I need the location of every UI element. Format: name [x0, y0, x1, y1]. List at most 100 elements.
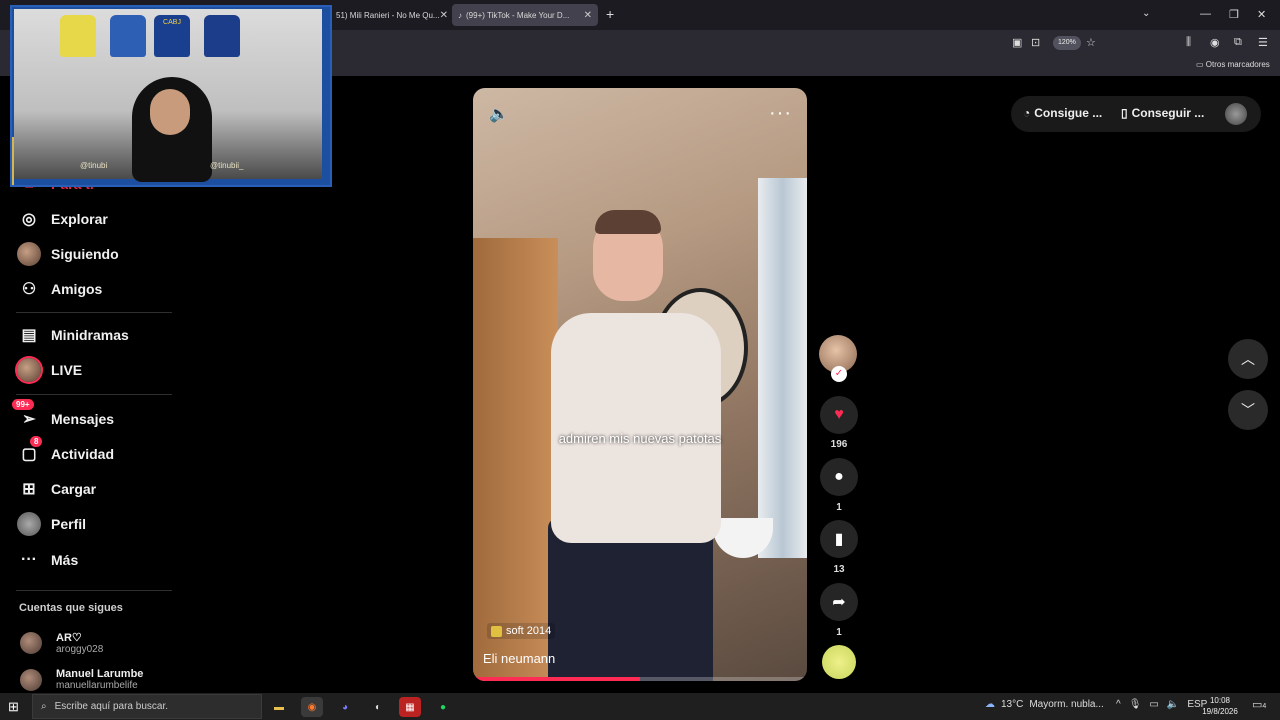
other-bookmarks[interactable]: ▭ Otros marcadores: [1196, 60, 1270, 69]
sidebar-item-label: Más: [51, 552, 79, 568]
account-name: AR♡: [56, 632, 82, 644]
file-explorer-icon[interactable]: ▬: [268, 697, 290, 717]
sidebar-item-label: Actividad: [51, 446, 115, 462]
firefox-icon[interactable]: ◉: [301, 697, 323, 717]
chevron-down-icon[interactable]: ⌄: [1142, 8, 1150, 19]
video-tag[interactable]: soft 2014: [487, 623, 556, 639]
sidebar-item-label: Mensajes: [51, 411, 115, 427]
next-video-button[interactable]: ﹀: [1228, 390, 1268, 430]
sidebar-item-perfil[interactable]: Perfil: [16, 512, 86, 536]
activity-icon: ▢ 8: [16, 436, 43, 466]
webcam-overlay: CABJ @tinubi @tinubii_: [10, 5, 332, 187]
save-button[interactable]: ▮: [820, 520, 858, 558]
network-icon[interactable]: ▭: [1149, 699, 1158, 710]
compass-icon: ◎: [22, 211, 36, 228]
video-progress-bar[interactable]: [473, 677, 807, 681]
folder-icon: ▭: [1196, 60, 1206, 69]
upload-plus-icon: ⊞: [22, 481, 36, 498]
screenshot-icon[interactable]: ⊡: [1031, 36, 1040, 49]
heart-icon: ♥: [834, 406, 844, 423]
video-player[interactable]: 🔈 ··· admiren mis nuevas patotas soft 20…: [473, 88, 807, 681]
search-icon: ⌕: [41, 701, 47, 712]
menu-icon[interactable]: ☰: [1258, 36, 1268, 49]
shirt-badge: CABJ: [154, 15, 190, 57]
sidebar-item-label: Perfil: [51, 516, 87, 532]
notification-center[interactable]: ▭4: [1252, 698, 1266, 711]
messages-badge: 99+: [12, 399, 34, 410]
sidebar-divider: [16, 394, 172, 395]
sidebar-item-cargar[interactable]: ⊞ Cargar: [16, 477, 96, 501]
search-placeholder: Escribe aquí para buscar.: [54, 701, 169, 712]
get-coins-label: Consigue ...: [1034, 106, 1103, 120]
close-tab-icon[interactable]: ✕: [584, 10, 592, 21]
volume-icon[interactable]: 🔈: [489, 104, 509, 124]
sidebar-item-amigos[interactable]: ⚇ Amigos: [16, 277, 103, 301]
weather-widget[interactable]: ☁ 13°C Mayorm. nubla...: [985, 699, 1104, 710]
sidebar-item-live[interactable]: LIVE: [16, 358, 82, 382]
tab-label: 51) Mili Ranieri - No Me Qu...: [336, 10, 440, 20]
streamer-app-icon[interactable]: ▦: [399, 697, 421, 717]
followed-account[interactable]: Manuel Larumbe manuellarumbelife: [20, 668, 143, 691]
comment-button[interactable]: ●: [820, 458, 858, 496]
discord-icon[interactable]: ◕: [334, 697, 356, 717]
chevron-up-icon[interactable]: ^: [1116, 699, 1121, 710]
account-icon[interactable]: ◉: [1210, 36, 1220, 49]
date: 19/8/2026: [1202, 707, 1238, 716]
windows-start-icon[interactable]: ⊞: [8, 699, 19, 715]
comment-count: 1: [836, 502, 842, 513]
bookmark-icon: ▮: [834, 531, 844, 548]
sidebar-item-actividad[interactable]: ▢ 8 Actividad: [16, 436, 115, 466]
save-count: 13: [833, 564, 845, 575]
share-button[interactable]: ➦: [820, 583, 858, 621]
tab-mili-ranieri[interactable]: 51) Mili Ranieri - No Me Qu... ✕: [330, 4, 448, 26]
avatar[interactable]: [1225, 103, 1247, 125]
sidebar-item-minidramas[interactable]: ▤ Minidramas: [16, 323, 129, 347]
account-name: Manuel Larumbe: [56, 668, 144, 680]
live-avatar-icon: [16, 358, 42, 382]
library-icon[interactable]: ⫼: [1186, 36, 1191, 49]
more-options-icon[interactable]: ···: [769, 102, 792, 125]
chevron-up-icon: ︿: [1241, 351, 1255, 367]
close-tab-icon[interactable]: ✕: [440, 10, 448, 21]
taskbar-search[interactable]: ⌕ Escribe aquí para buscar.: [32, 694, 262, 719]
notification-count: 4: [1262, 703, 1267, 710]
video-caption: admiren mis nuevas patotas: [558, 431, 722, 446]
followed-account[interactable]: AR♡ aroggy028: [20, 631, 103, 655]
microphone-icon[interactable]: 🎙: [1129, 699, 1142, 710]
tiktok-icon: ♪: [458, 10, 462, 20]
sidebar-divider: [16, 590, 172, 591]
sidebar-item-mas[interactable]: ··· Más: [16, 548, 78, 572]
account-username: aroggy028: [56, 644, 104, 655]
profile-avatar-icon: [16, 512, 42, 536]
sidebar-item-explorar[interactable]: ◎ Explorar: [16, 207, 108, 231]
tab-label: (99+) TikTok - Make Your D...: [466, 10, 570, 20]
sidebar-item-label: LIVE: [51, 362, 83, 378]
extensions-icon[interactable]: ⧉: [1234, 36, 1242, 49]
volume-icon[interactable]: 🔈: [1167, 699, 1179, 710]
video-author[interactable]: Eli neumann: [483, 651, 555, 666]
get-app-label: Conseguir ...: [1131, 106, 1205, 120]
new-tab-icon[interactable]: +: [606, 6, 614, 22]
get-coins-button[interactable]: ◔ Consigue ...: [1023, 106, 1102, 120]
music-disc[interactable]: [822, 645, 856, 679]
picture-in-picture-icon[interactable]: ▣: [1012, 36, 1022, 49]
get-app-button[interactable]: ▯ Conseguir ...: [1121, 106, 1204, 120]
follow-check-icon[interactable]: ✓: [831, 366, 847, 382]
sidebar-item-label: Minidramas: [51, 327, 129, 343]
tab-tiktok[interactable]: ♪ (99+) TikTok - Make Your D... ✕: [452, 4, 598, 26]
spotify-icon[interactable]: ●: [432, 697, 454, 717]
minimize-icon[interactable]: —: [1200, 8, 1211, 20]
sidebar-item-siguiendo[interactable]: Siguiendo: [16, 242, 119, 266]
notification-icon: ▭: [1252, 699, 1263, 711]
restore-icon[interactable]: ❐: [1229, 8, 1239, 21]
sidebar-item-mensajes[interactable]: ➢ 99+ Mensajes: [12, 399, 115, 431]
obs-icon[interactable]: ◐: [367, 697, 389, 717]
previous-video-button[interactable]: ︿: [1228, 339, 1268, 379]
share-count: 1: [836, 627, 842, 638]
avatar: [20, 668, 42, 691]
bookmark-star-icon[interactable]: ☆: [1086, 36, 1096, 49]
like-button[interactable]: ♥: [820, 396, 858, 434]
taskbar-clock[interactable]: 10:08 19/8/2026: [1198, 695, 1242, 717]
close-window-icon[interactable]: ✕: [1257, 8, 1266, 21]
zoom-level[interactable]: 120%: [1053, 36, 1081, 50]
